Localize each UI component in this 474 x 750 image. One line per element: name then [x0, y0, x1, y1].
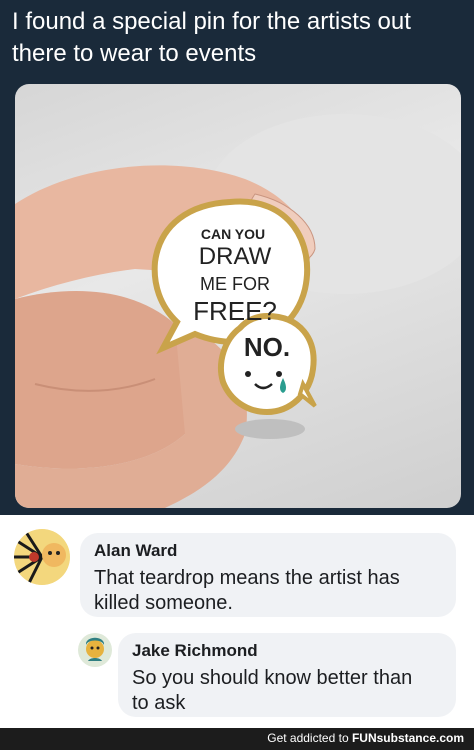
pin-text-line3: ME FOR — [200, 274, 270, 294]
pin-text-line4: FREE? — [193, 296, 277, 326]
comment-bubble-2[interactable]: Jake Richmond So you should know better … — [118, 633, 456, 717]
footer-bar: Get addicted to FUNsubstance.com — [0, 728, 474, 750]
pin-text-line2: DRAW — [199, 243, 272, 270]
avatar-image — [14, 529, 70, 585]
comment-text-line1: That teardrop means the artist has — [94, 567, 400, 589]
comment-text-line2: killed someone. — [94, 592, 233, 614]
commenter-name[interactable]: Alan Ward — [94, 541, 177, 561]
tweet-card: I found a special pin for the artists ou… — [0, 0, 474, 515]
avatar-image — [78, 633, 112, 667]
pin-graphic: CAN YOU DRAW ME FOR FREE? NO. — [151, 198, 317, 439]
footer-prefix: Get addicted to — [267, 731, 349, 745]
avatar-alan-ward[interactable] — [14, 529, 70, 585]
pin-reply-text: NO. — [244, 332, 290, 362]
pin-photo[interactable]: CAN YOU DRAW ME FOR FREE? NO. — [15, 84, 461, 508]
tweet-text: I found a special pin for the artists ou… — [12, 8, 411, 67]
comment-bubble-1[interactable]: Alan Ward That teardrop means the artist… — [80, 533, 456, 617]
comments-section: Alan Ward That teardrop means the artist… — [0, 515, 474, 750]
small-speech-bubble — [218, 312, 317, 416]
footer-brand-link[interactable]: FUNsubstance.com — [352, 731, 464, 745]
commenter-name[interactable]: Jake Richmond — [132, 641, 258, 661]
comment-text-line2: to ask — [132, 692, 186, 714]
avatar-jake-richmond[interactable] — [78, 633, 112, 667]
footer-text: Get addicted to FUNsubstance.com — [267, 731, 464, 745]
pin-text-line1: CAN YOU — [201, 226, 265, 242]
comment-text-line1: So you should know better than — [132, 667, 413, 689]
